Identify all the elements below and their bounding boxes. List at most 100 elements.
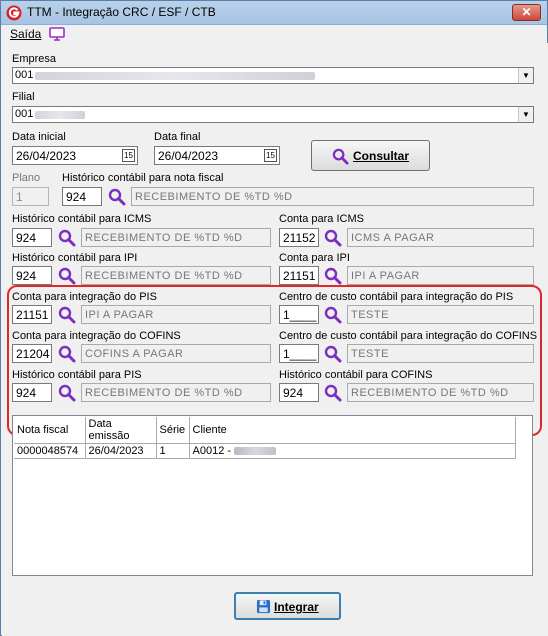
empresa-redacted <box>35 72 315 80</box>
search-icon[interactable] <box>108 188 126 206</box>
search-icon[interactable] <box>58 345 76 363</box>
historico-icms-desc: RECEBIMENTO DE %TD %D <box>81 228 271 247</box>
conta-cofins-desc-text: COFINS A PAGAR <box>85 348 184 360</box>
empresa-select[interactable]: 001 ▼ <box>12 67 534 84</box>
column-header[interactable]: Cliente <box>189 417 516 444</box>
search-icon[interactable] <box>58 306 76 324</box>
historico-ipi-label: Histórico contábil para IPI <box>12 252 138 264</box>
data-final-label: Data final <box>154 131 201 143</box>
filial-redacted <box>35 111 85 119</box>
column-header[interactable]: Data emissão <box>85 417 157 444</box>
title-bar[interactable]: TTM - Integração CRC / ESF / CTB ✕ <box>1 1 547 25</box>
data-final-input[interactable]: 26/04/2023 15 <box>154 146 280 165</box>
column-header[interactable]: Série <box>156 417 190 444</box>
empresa-label: Empresa <box>12 53 57 65</box>
centro-custo-cofins-desc-text: TESTE <box>351 348 389 360</box>
search-icon[interactable] <box>324 345 342 363</box>
historico-ipi-desc: RECEBIMENTO DE %TD %D <box>81 266 271 285</box>
historico-pis-code: 924 <box>16 386 37 400</box>
search-icon[interactable] <box>58 267 76 285</box>
empresa-value: 001 <box>15 69 34 81</box>
close-button[interactable]: ✕ <box>512 4 541 21</box>
conta-pis-code-input[interactable]: 21151 <box>12 305 52 324</box>
historico-pis-desc: RECEBIMENTO DE %TD %D <box>81 383 271 402</box>
search-icon[interactable] <box>58 384 76 402</box>
cliente-redacted <box>234 447 277 456</box>
consultar-button[interactable]: Consultar <box>311 140 430 171</box>
centro-custo-cofins-label: Centro de custo contábil para integração… <box>279 330 538 342</box>
historico-ipi-code-input[interactable]: 924 <box>12 266 52 285</box>
historico-nota-fiscal-code-input[interactable]: 924 <box>62 187 102 206</box>
calendar-icon[interactable]: 15 <box>122 149 135 162</box>
data-inicial-input[interactable]: 26/04/2023 15 <box>12 146 138 165</box>
conta-cofins-code-input[interactable]: 21204 <box>12 344 52 363</box>
conta-icms-code-input[interactable]: 21152 <box>279 228 319 247</box>
integrar-button[interactable]: Integrar <box>234 592 341 620</box>
cell-cliente: A0012 - <box>189 443 516 459</box>
form-body: Empresa 001 ▼ Filial 001 ▼ Data inicial … <box>2 43 548 636</box>
historico-ipi-desc-text: RECEBIMENTO DE %TD %D <box>85 270 243 282</box>
centro-custo-pis-desc: TESTE <box>347 305 534 324</box>
centro-custo-pis-label: Centro de custo contábil para integração… <box>279 291 514 303</box>
historico-pis-desc-text: RECEBIMENTO DE %TD %D <box>85 387 243 399</box>
integrar-label: Integrar <box>274 600 319 614</box>
monitor-icon[interactable] <box>49 27 65 41</box>
historico-cofins-desc: RECEBIMENTO DE %TD %D <box>347 383 534 402</box>
historico-cofins-code: 924 <box>283 386 304 400</box>
conta-ipi-code-input[interactable]: 21151 <box>279 266 319 285</box>
historico-icms-label: Histórico contábil para ICMS <box>12 213 152 225</box>
centro-custo-pis-code-input[interactable]: 1____ <box>279 305 319 324</box>
centro-custo-cofins-desc: TESTE <box>347 344 534 363</box>
filial-value: 001 <box>15 108 34 120</box>
conta-icms-label: Conta para ICMS <box>279 213 364 225</box>
historico-nota-fiscal-desc-text: RECEBIMENTO DE %TD %D <box>135 191 293 203</box>
centro-custo-pis-desc-text: TESTE <box>351 309 389 321</box>
data-inicial-label: Data inicial <box>12 131 66 143</box>
historico-icms-code: 924 <box>16 231 37 245</box>
data-inicial-value: 26/04/2023 <box>16 149 77 163</box>
search-icon[interactable] <box>58 229 76 247</box>
historico-icms-code-input[interactable]: 924 <box>12 228 52 247</box>
conta-pis-desc-text: IPI A PAGAR <box>85 309 154 321</box>
search-icon <box>332 148 349 165</box>
window-title: TTM - Integração CRC / ESF / CTB <box>27 5 216 19</box>
historico-ipi-code: 924 <box>16 269 37 283</box>
cell-data-emissao: 26/04/2023 <box>85 443 157 459</box>
search-icon[interactable] <box>324 267 342 285</box>
menu-saida[interactable]: Saída <box>10 27 41 41</box>
filial-select[interactable]: 001 ▼ <box>12 106 534 123</box>
notas-grid[interactable]: Nota fiscal Data emissão Série Cliente 0… <box>12 415 533 576</box>
conta-ipi-code: 21151 <box>283 269 316 283</box>
menu-bar: Saída <box>2 25 548 43</box>
plano-value: 1 <box>16 190 23 204</box>
app-logo-icon <box>6 5 22 21</box>
consultar-label: Consultar <box>353 149 410 163</box>
search-icon[interactable] <box>324 229 342 247</box>
historico-cofins-desc-text: RECEBIMENTO DE %TD %D <box>351 387 509 399</box>
table-header-row: Nota fiscal Data emissão Série Cliente <box>14 417 516 444</box>
conta-pis-code: 21151 <box>16 308 49 322</box>
chevron-down-icon[interactable]: ▼ <box>518 107 533 122</box>
conta-cofins-label: Conta para integração do COFINS <box>12 330 181 342</box>
search-icon[interactable] <box>324 384 342 402</box>
search-icon[interactable] <box>324 306 342 324</box>
table-row[interactable]: 0000048574 26/04/2023 1 A0012 - <box>14 443 516 459</box>
historico-cofins-code-input[interactable]: 924 <box>279 383 319 402</box>
main-window: TTM - Integração CRC / ESF / CTB ✕ Saída… <box>0 0 548 636</box>
plano-label: Plano <box>12 172 41 184</box>
column-header[interactable]: Nota fiscal <box>14 417 86 444</box>
save-icon <box>256 599 271 614</box>
historico-pis-code-input[interactable]: 924 <box>12 383 52 402</box>
historico-icms-desc-text: RECEBIMENTO DE %TD %D <box>85 232 243 244</box>
chevron-down-icon[interactable]: ▼ <box>518 68 533 83</box>
conta-cofins-desc: COFINS A PAGAR <box>81 344 271 363</box>
cell-serie: 1 <box>156 443 190 459</box>
calendar-icon[interactable]: 15 <box>264 149 277 162</box>
conta-icms-desc-text: ICMS A PAGAR <box>351 232 435 244</box>
filial-label: Filial <box>12 91 35 103</box>
historico-nota-fiscal-label: Histórico contábil para nota fiscal <box>62 172 224 184</box>
centro-custo-cofins-code-input[interactable]: 1____ <box>279 344 319 363</box>
conta-pis-label: Conta para integração do PIS <box>12 291 157 303</box>
historico-pis-label: Histórico contábil para PIS <box>12 369 142 381</box>
centro-custo-cofins-code: 1____ <box>283 347 317 361</box>
